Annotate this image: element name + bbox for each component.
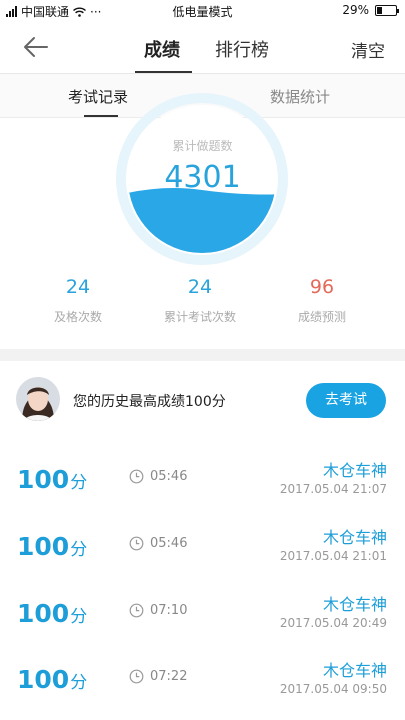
section-divider [0, 349, 405, 361]
battery-icon [375, 4, 399, 16]
record-score-unit: 分 [70, 673, 88, 693]
record-duration: 07:22 [150, 669, 188, 684]
arrow-left-icon[interactable] [22, 36, 48, 58]
clock-icon [129, 469, 144, 484]
battery-percent: 29% [342, 3, 369, 17]
clear-button[interactable]: 清空 [351, 37, 385, 62]
record-date: 2017.05.04 21:07 [279, 482, 387, 496]
clock-icon [129, 536, 144, 551]
stat-label: 及格次数 [53, 310, 102, 324]
clock-icon [129, 669, 144, 684]
list-item[interactable]: 100分 05:46 木仓车神 2017.05.04 21:01 [0, 520, 405, 580]
record-score-unit: 分 [70, 473, 88, 493]
record-score: 100 [17, 465, 70, 494]
record-date: 2017.05.04 21:01 [279, 549, 387, 563]
record-user-name: 木仓车神 [322, 528, 387, 547]
record-date: 2017.05.04 09:50 [279, 682, 387, 696]
stat-value: 24 [187, 276, 213, 298]
take-exam-button[interactable]: 去考试 [306, 383, 386, 418]
record-date: 2017.05.04 20:49 [279, 616, 387, 630]
gauge-value: 4301 [164, 160, 241, 195]
record-score: 100 [17, 599, 70, 628]
tab-ranking[interactable]: 排行榜 [215, 36, 269, 62]
list-item[interactable]: 100分 07:10 木仓车神 2017.05.04 20:49 [0, 587, 405, 647]
record-duration: 05:46 [150, 536, 188, 551]
tab-score[interactable]: 成绩 [144, 36, 180, 62]
record-user-name: 木仓车神 [322, 461, 387, 480]
stat-value: 96 [309, 276, 335, 298]
stat-score-prediction: 96 成绩预测 [262, 276, 382, 325]
record-score: 100 [17, 665, 70, 694]
stat-exam-count: 24 累计考试次数 [140, 276, 260, 325]
record-score: 100 [17, 532, 70, 561]
avatar [16, 377, 60, 421]
gauge-label: 累计做题数 [172, 139, 233, 153]
clock-icon [129, 603, 144, 618]
active-tab-indicator [135, 71, 192, 73]
active-subtab-indicator [84, 115, 118, 117]
record-score-unit: 分 [70, 540, 88, 560]
list-item[interactable]: 100分 07:22 木仓车神 2017.05.04 09:50 [0, 653, 405, 713]
stat-label: 成绩预测 [297, 310, 346, 324]
stat-label: 累计考试次数 [163, 310, 236, 324]
status-bar: 中国联通 ··· 低电量模式 29% [0, 0, 405, 22]
record-user-name: 木仓车神 [322, 661, 387, 680]
stat-value: 24 [65, 276, 91, 298]
record-duration: 07:10 [150, 603, 188, 618]
record-duration: 05:46 [150, 469, 188, 484]
top-nav: 成绩 排行榜 清空 [0, 22, 405, 74]
best-score-text: 您的历史最高成绩100分 [73, 394, 226, 410]
record-score-unit: 分 [70, 607, 88, 627]
record-user-name: 木仓车神 [322, 595, 387, 614]
stat-pass-count: 24 及格次数 [18, 276, 138, 325]
list-item[interactable]: 100分 05:46 木仓车神 2017.05.04 21:07 [0, 453, 405, 513]
